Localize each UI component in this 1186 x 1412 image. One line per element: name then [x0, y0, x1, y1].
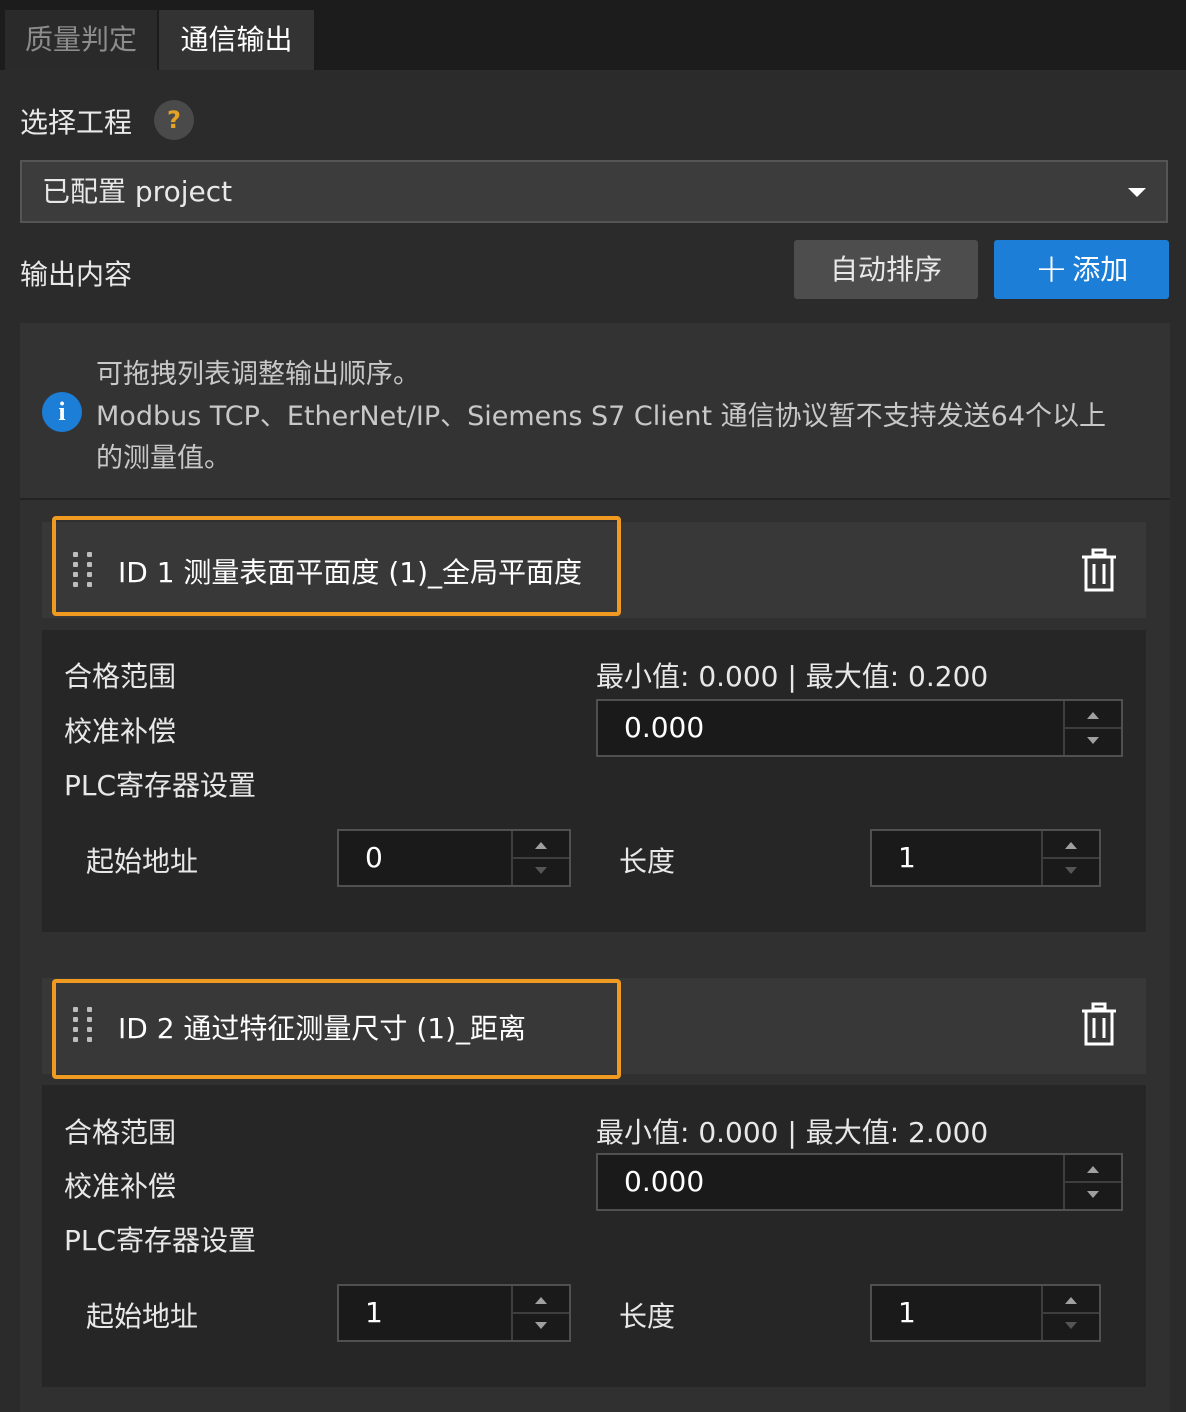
start-address-label: 起始地址 — [86, 845, 199, 878]
info-text-line-3: 的测量值。 — [96, 443, 231, 474]
calibration-spinbox[interactable]: 0.000 — [596, 699, 1123, 757]
calibration-label: 校准补偿 — [64, 715, 177, 748]
spin-down-icon[interactable] — [1087, 1191, 1099, 1198]
output-content-label: 输出内容 — [20, 258, 133, 291]
project-dropdown-value: 已配置 project — [42, 175, 233, 208]
plc-register-label: PLC寄存器设置 — [64, 1224, 257, 1257]
spin-up-icon[interactable] — [535, 1297, 547, 1304]
length-value: 1 — [898, 1296, 916, 1329]
length-spinbox[interactable]: 1 — [870, 1284, 1101, 1342]
drag-handle-icon[interactable] — [73, 1007, 95, 1043]
tab-communication-output[interactable]: 通信输出 — [159, 10, 314, 70]
info-text-line-1: 可拖拽列表调整输出顺序。 — [96, 359, 420, 390]
start-address-spinbox[interactable]: 0 — [337, 829, 571, 887]
project-dropdown[interactable]: 已配置 project — [20, 160, 1168, 223]
tab-bar: 质量判定 通信输出 — [0, 0, 1186, 70]
tab-quality-judgement[interactable]: 质量判定 — [5, 10, 157, 70]
length-label: 长度 — [619, 1300, 676, 1333]
spin-up-icon[interactable] — [535, 842, 547, 849]
spin-down-icon[interactable] — [535, 1322, 547, 1329]
qualified-range-value: 最小值: 0.000 | 最大值: 2.000 — [596, 1116, 989, 1149]
qualified-range-label: 合格范围 — [64, 660, 177, 693]
spin-down-icon[interactable] — [535, 867, 547, 874]
spin-down-icon[interactable] — [1087, 737, 1099, 744]
trash-icon[interactable] — [1080, 548, 1118, 592]
add-button[interactable]: + 添加 — [994, 240, 1169, 299]
calibration-value: 0.000 — [624, 711, 705, 744]
qualified-range-label: 合格范围 — [64, 1116, 177, 1149]
start-address-value: 1 — [365, 1296, 383, 1329]
plc-register-label: PLC寄存器设置 — [64, 769, 257, 802]
start-address-spinbox[interactable]: 1 — [337, 1284, 571, 1342]
output-item-title: ID 1 测量表面平面度 (1)_全局平面度 — [118, 556, 582, 589]
length-value: 1 — [898, 841, 916, 874]
spin-up-icon[interactable] — [1087, 712, 1099, 719]
start-address-label: 起始地址 — [86, 1300, 199, 1333]
spin-up-icon[interactable] — [1065, 842, 1077, 849]
calibration-label: 校准补偿 — [64, 1170, 177, 1203]
drag-handle-icon[interactable] — [73, 552, 95, 588]
output-item-title: ID 2 通过特征测量尺寸 (1)_距离 — [118, 1012, 526, 1045]
start-address-value: 0 — [365, 841, 383, 874]
spin-up-icon[interactable] — [1065, 1297, 1077, 1304]
info-text-line-2: Modbus TCP、EtherNet/IP、Siemens S7 Client… — [96, 401, 1107, 432]
spin-down-icon[interactable] — [1065, 1322, 1077, 1329]
chevron-down-icon — [1128, 188, 1146, 197]
plus-icon: + — [1034, 246, 1069, 292]
help-icon[interactable]: ? — [154, 100, 194, 140]
calibration-value: 0.000 — [624, 1165, 705, 1198]
trash-icon[interactable] — [1080, 1002, 1118, 1046]
info-icon: i — [42, 392, 82, 432]
calibration-spinbox[interactable]: 0.000 — [596, 1153, 1123, 1211]
length-label: 长度 — [619, 845, 676, 878]
length-spinbox[interactable]: 1 — [870, 829, 1101, 887]
add-button-label: 添加 — [1072, 253, 1129, 286]
spin-up-icon[interactable] — [1087, 1166, 1099, 1173]
spin-down-icon[interactable] — [1065, 867, 1077, 874]
qualified-range-value: 最小值: 0.000 | 最大值: 0.200 — [596, 660, 989, 693]
auto-sort-button[interactable]: 自动排序 — [794, 240, 978, 299]
select-project-label: 选择工程 — [20, 106, 133, 139]
